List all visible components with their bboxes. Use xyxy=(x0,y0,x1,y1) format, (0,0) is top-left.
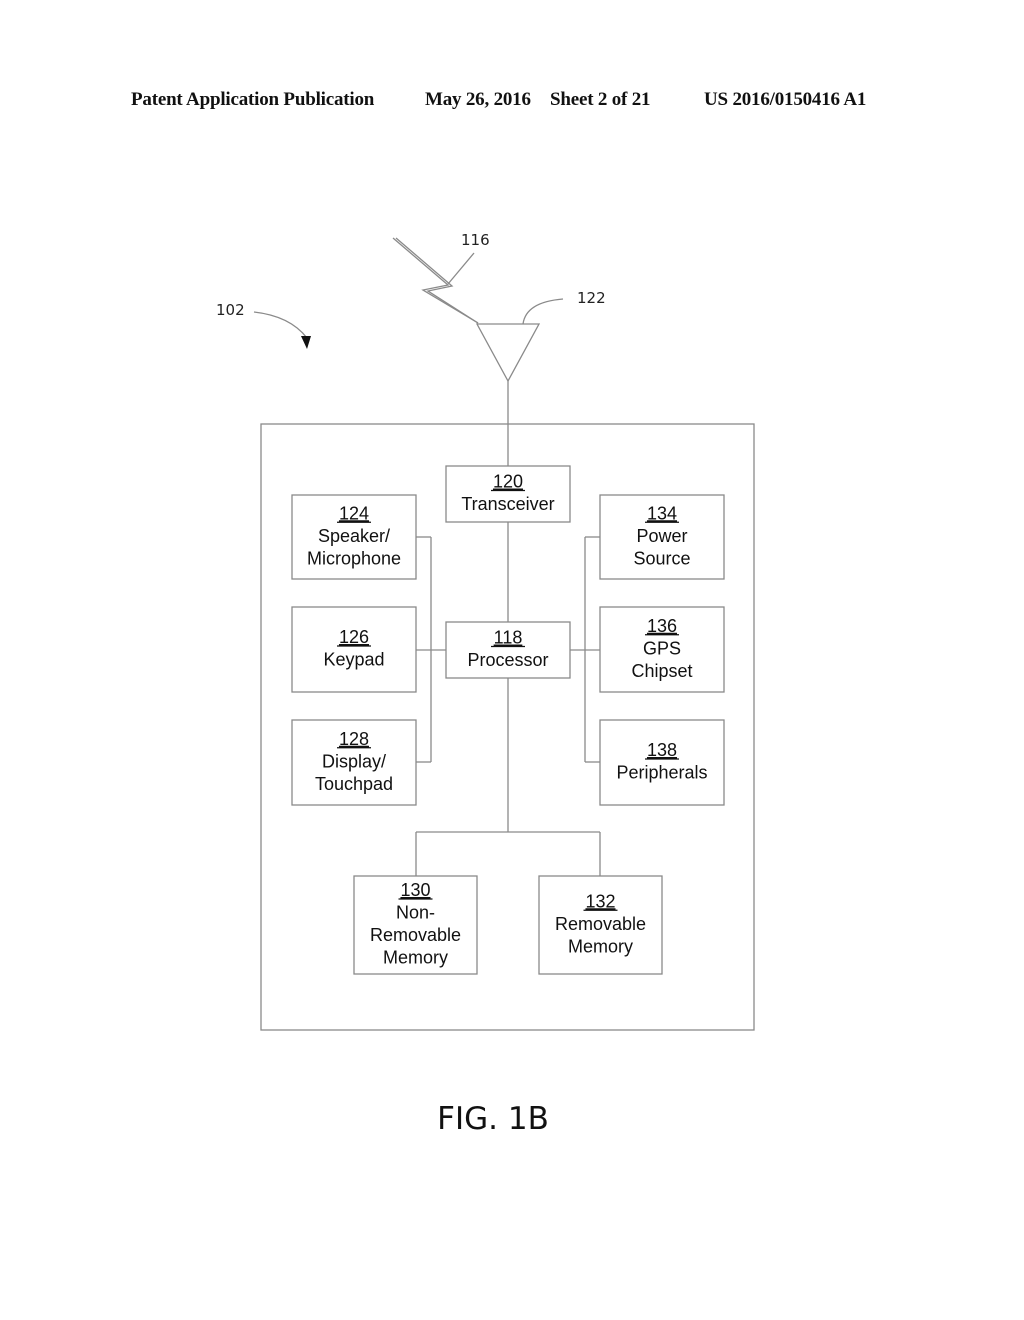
block-removable-label: Removable xyxy=(555,914,646,934)
arrowhead-icon xyxy=(301,336,311,349)
leader-102 xyxy=(253,311,308,339)
block-nonremovable: 130 Non-Removable Memory xyxy=(353,875,478,975)
block-power-label: Power xyxy=(636,526,687,546)
block-transceiver: 120Transceiver xyxy=(445,465,571,523)
block-display: 128Display/Touchpad xyxy=(291,719,417,806)
block-power-label: Source xyxy=(633,548,690,568)
block-speaker-label: Speaker/ xyxy=(318,526,390,546)
ref-102: 102 xyxy=(216,301,245,319)
block-gps-label: GPS xyxy=(643,638,681,658)
block-nonremovable-label: Non- xyxy=(396,903,435,923)
block-gps-label: Chipset xyxy=(631,661,692,681)
block-processor-label: Processor xyxy=(467,650,548,670)
block-removable: 132 RemovableMemory xyxy=(538,875,663,975)
block-peripherals-label: Peripherals xyxy=(616,763,707,783)
ref-116: 116 xyxy=(461,231,490,249)
block-display-ref: 128 xyxy=(339,729,369,749)
block-display-label: Display/ xyxy=(322,751,386,771)
block-peripherals-ref: 138 xyxy=(647,740,677,760)
block-keypad-ref: 126 xyxy=(339,627,369,647)
block-gps-ref: 136 xyxy=(647,616,677,636)
block-processor: 118Processor xyxy=(445,621,571,679)
block-peripherals: 138 Peripherals xyxy=(599,719,725,806)
block-speaker-ref: 124 xyxy=(339,503,369,523)
block-nonremovable-ref: 130 xyxy=(400,880,430,900)
block-keypad-label: Keypad xyxy=(323,650,384,670)
block-nonremovable-label: Removable xyxy=(370,925,461,945)
block-transceiver-label: Transceiver xyxy=(461,494,554,514)
block-speaker: 124 Speaker/Microphone xyxy=(291,494,417,580)
block-processor-ref: 118 xyxy=(494,628,523,648)
signal-bolt-icon xyxy=(392,237,479,324)
block-power: 134 PowerSource xyxy=(599,494,725,580)
block-keypad: 126 Keypad xyxy=(291,606,417,693)
block-speaker-label: Microphone xyxy=(307,548,401,568)
block-nonremovable-label: Memory xyxy=(383,948,448,968)
block-power-ref: 134 xyxy=(647,503,677,523)
block-removable-label: Memory xyxy=(568,936,633,956)
ref-122: 122 xyxy=(577,289,606,307)
leader-116 xyxy=(447,252,475,285)
leader-122 xyxy=(522,298,564,325)
antenna-icon xyxy=(475,323,541,383)
block-display-label: Touchpad xyxy=(315,774,393,794)
figure-label: FIG. 1B xyxy=(437,1101,549,1137)
block-removable-ref: 132 xyxy=(585,891,615,911)
block-gps: 136GPS Chipset xyxy=(599,606,725,693)
block-transceiver-ref: 120 xyxy=(493,472,523,492)
block-diagram: 102 116 122 120Transceiver 124 Speaker/Mic… xyxy=(216,231,755,1137)
